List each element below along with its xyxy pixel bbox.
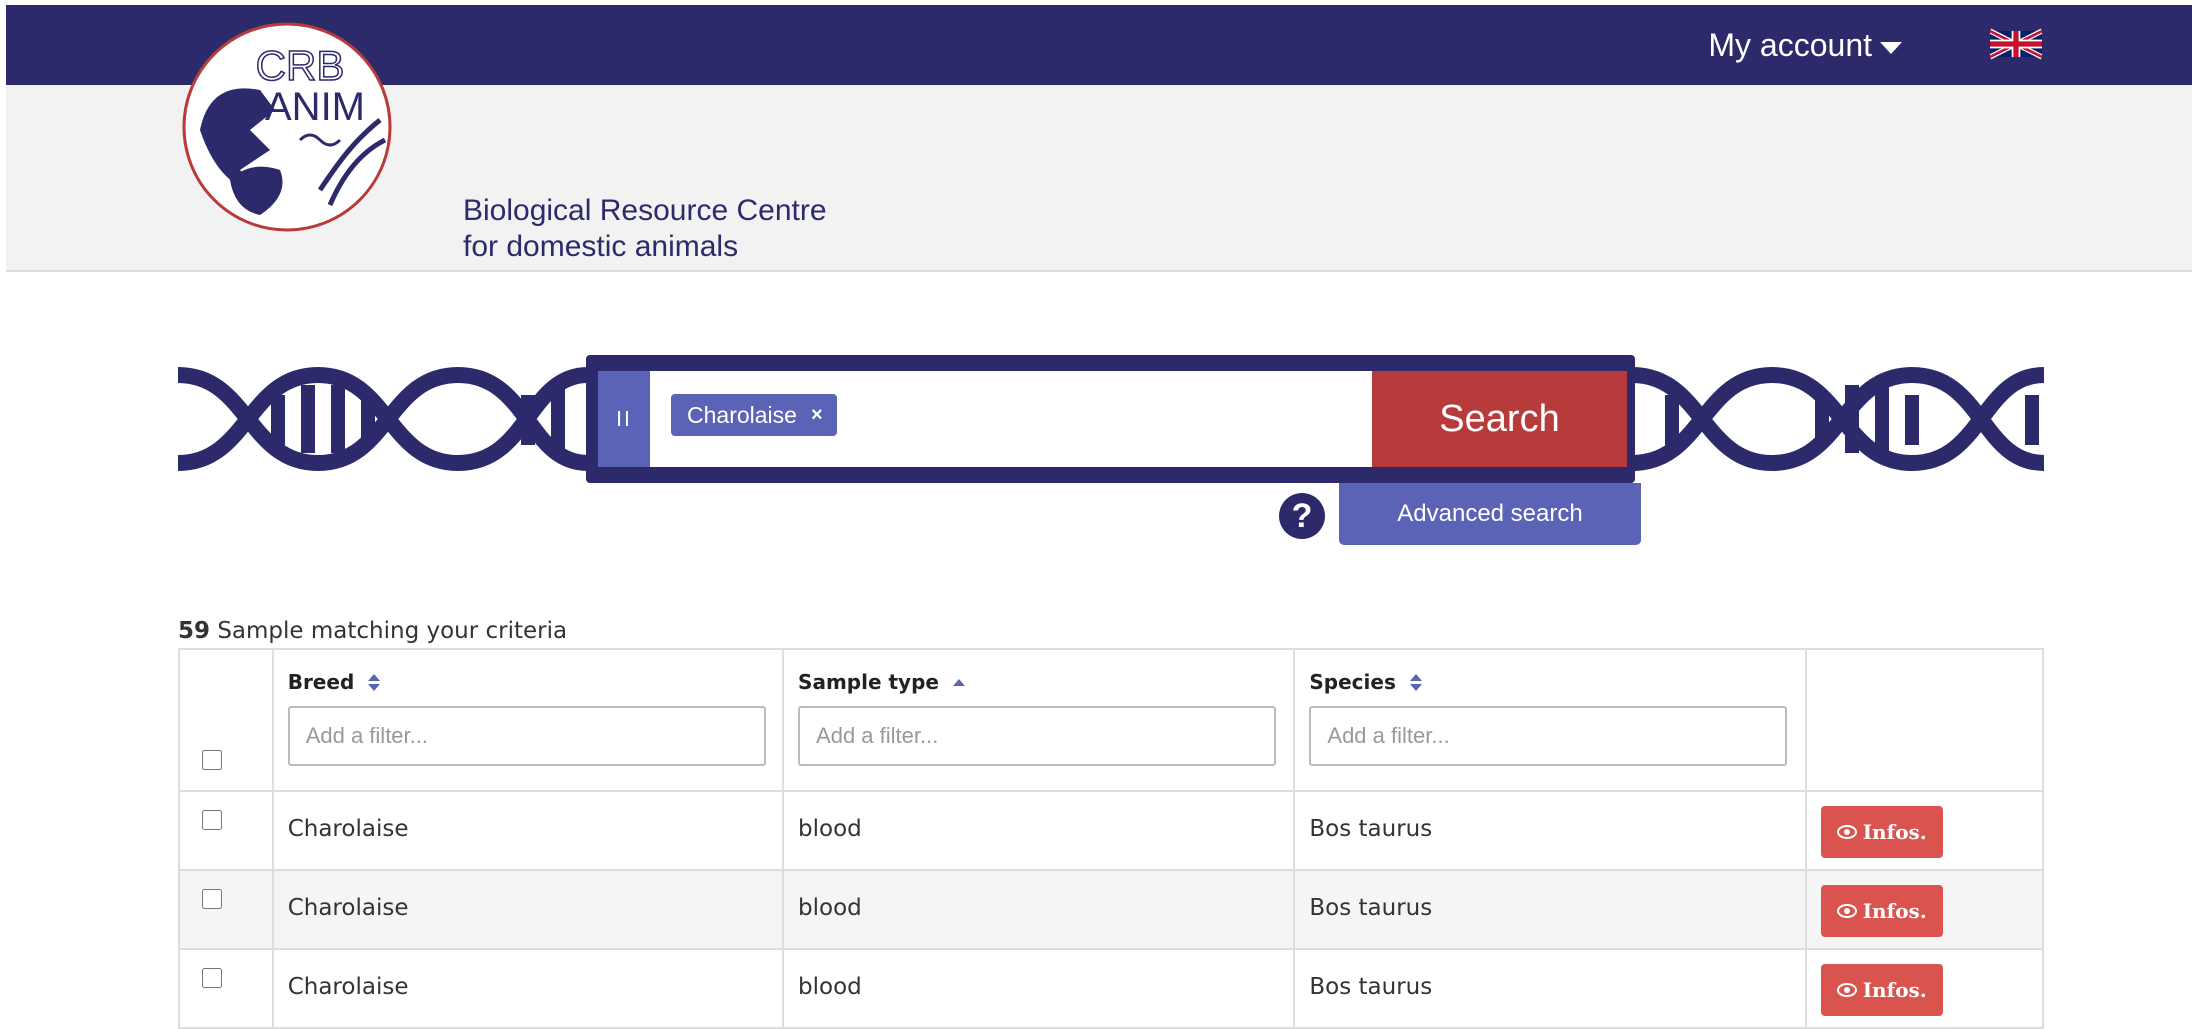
- sample-type-cell: blood: [782, 869, 1296, 950]
- breed-header-label: Breed: [287, 670, 355, 694]
- results-count-number: 59: [178, 618, 211, 644]
- sample-type-filter-input[interactable]: [798, 706, 1277, 766]
- species-cell: Bos taurus: [1293, 869, 1807, 950]
- species-header-label: Species: [1309, 670, 1396, 694]
- row-select-cell: [178, 948, 274, 1029]
- uk-flag-icon[interactable]: [1990, 25, 2042, 63]
- sort-both-icon: [1409, 673, 1422, 691]
- column-header-sample-type: Sample type: [782, 648, 1296, 792]
- select-all-header: [178, 648, 274, 792]
- search-tag-charolaise: Charolaise ×: [671, 394, 837, 436]
- infos-button[interactable]: Infos.: [1820, 964, 1943, 1016]
- my-account-menu[interactable]: My account: [1708, 27, 1902, 64]
- table-row: Charolaise blood Bos taurus Infos.: [178, 948, 2045, 1029]
- table-row: Charolaise blood Bos taurus Infos.: [178, 869, 2045, 950]
- advanced-search-button[interactable]: Advanced search: [1339, 483, 1641, 545]
- sort-sample-type[interactable]: Sample type: [798, 670, 965, 694]
- infos-label: Infos.: [1862, 899, 1927, 923]
- column-header-actions: [1804, 648, 2045, 792]
- breed-value: Charolaise: [287, 974, 409, 1000]
- column-header-breed: Breed: [271, 648, 785, 792]
- table-row: Charolaise blood Bos taurus Infos.: [178, 790, 2045, 871]
- logo-text-top: CRB: [256, 42, 345, 89]
- infos-label: Infos.: [1862, 820, 1927, 844]
- infos-label: Infos.: [1862, 978, 1927, 1002]
- action-cell: Infos.: [1804, 948, 2045, 1029]
- species-cell: Bos taurus: [1293, 948, 1807, 1029]
- breed-value: Charolaise: [287, 816, 409, 842]
- action-cell: Infos.: [1804, 790, 2045, 871]
- sample-type-value: blood: [798, 974, 862, 1000]
- crb-anim-logo[interactable]: CRB ANIM: [180, 20, 394, 234]
- column-header-species: Species: [1293, 648, 1807, 792]
- sort-asc-icon: [952, 678, 965, 686]
- infos-button[interactable]: Infos.: [1820, 806, 1943, 858]
- search-button[interactable]: Search: [1372, 371, 1627, 467]
- species-value: Bos taurus: [1309, 895, 1433, 921]
- chevron-down-icon: [1880, 41, 1902, 54]
- site-tagline: Biological Resource Centre for domestic …: [463, 193, 827, 265]
- species-cell: Bos taurus: [1293, 790, 1807, 871]
- eye-icon: [1836, 904, 1857, 918]
- eye-icon: [1836, 983, 1857, 997]
- sample-type-value: blood: [798, 895, 862, 921]
- row-checkbox[interactable]: [202, 810, 222, 830]
- breed-cell: Charolaise: [271, 790, 785, 871]
- row-select-cell: [178, 869, 274, 950]
- eye-icon: [1836, 825, 1857, 839]
- results-table: Breed Sample type Species: [178, 648, 2045, 1029]
- results-count-text: Sample matching your criteria: [217, 618, 568, 644]
- search-drag-handle[interactable]: II: [598, 371, 650, 467]
- breed-filter-input[interactable]: [287, 706, 766, 766]
- sample-type-cell: blood: [782, 948, 1296, 1029]
- species-value: Bos taurus: [1309, 816, 1433, 842]
- breed-value: Charolaise: [287, 895, 409, 921]
- results-count: 59 Sample matching your criteria: [178, 618, 567, 644]
- my-account-label: My account: [1708, 27, 1872, 63]
- dna-decoration-left: [178, 366, 588, 472]
- breed-cell: Charolaise: [271, 869, 785, 950]
- sample-type-value: blood: [798, 816, 862, 842]
- remove-tag-icon[interactable]: ×: [811, 404, 823, 427]
- sort-species[interactable]: Species: [1309, 670, 1422, 694]
- dna-decoration-right: [1632, 366, 2044, 472]
- row-checkbox[interactable]: [202, 889, 222, 909]
- tagline-line-1: Biological Resource Centre: [463, 194, 827, 227]
- help-icon[interactable]: ?: [1279, 493, 1325, 539]
- species-filter-input[interactable]: [1309, 706, 1788, 766]
- sort-breed[interactable]: Breed: [288, 670, 381, 694]
- infos-button[interactable]: Infos.: [1820, 885, 1943, 937]
- breed-cell: Charolaise: [271, 948, 785, 1029]
- sort-both-icon: [368, 673, 381, 691]
- species-value: Bos taurus: [1309, 974, 1433, 1000]
- logo-text-bottom: ANIM: [265, 85, 365, 129]
- action-cell: Infos.: [1804, 869, 2045, 950]
- tagline-line-2: for domestic animals: [463, 230, 739, 263]
- sample-type-cell: blood: [782, 790, 1296, 871]
- row-select-cell: [178, 790, 274, 871]
- select-all-checkbox[interactable]: [202, 750, 222, 770]
- row-checkbox[interactable]: [202, 968, 222, 988]
- sample-type-header-label: Sample type: [798, 670, 939, 694]
- search-tag-label: Charolaise: [687, 401, 797, 428]
